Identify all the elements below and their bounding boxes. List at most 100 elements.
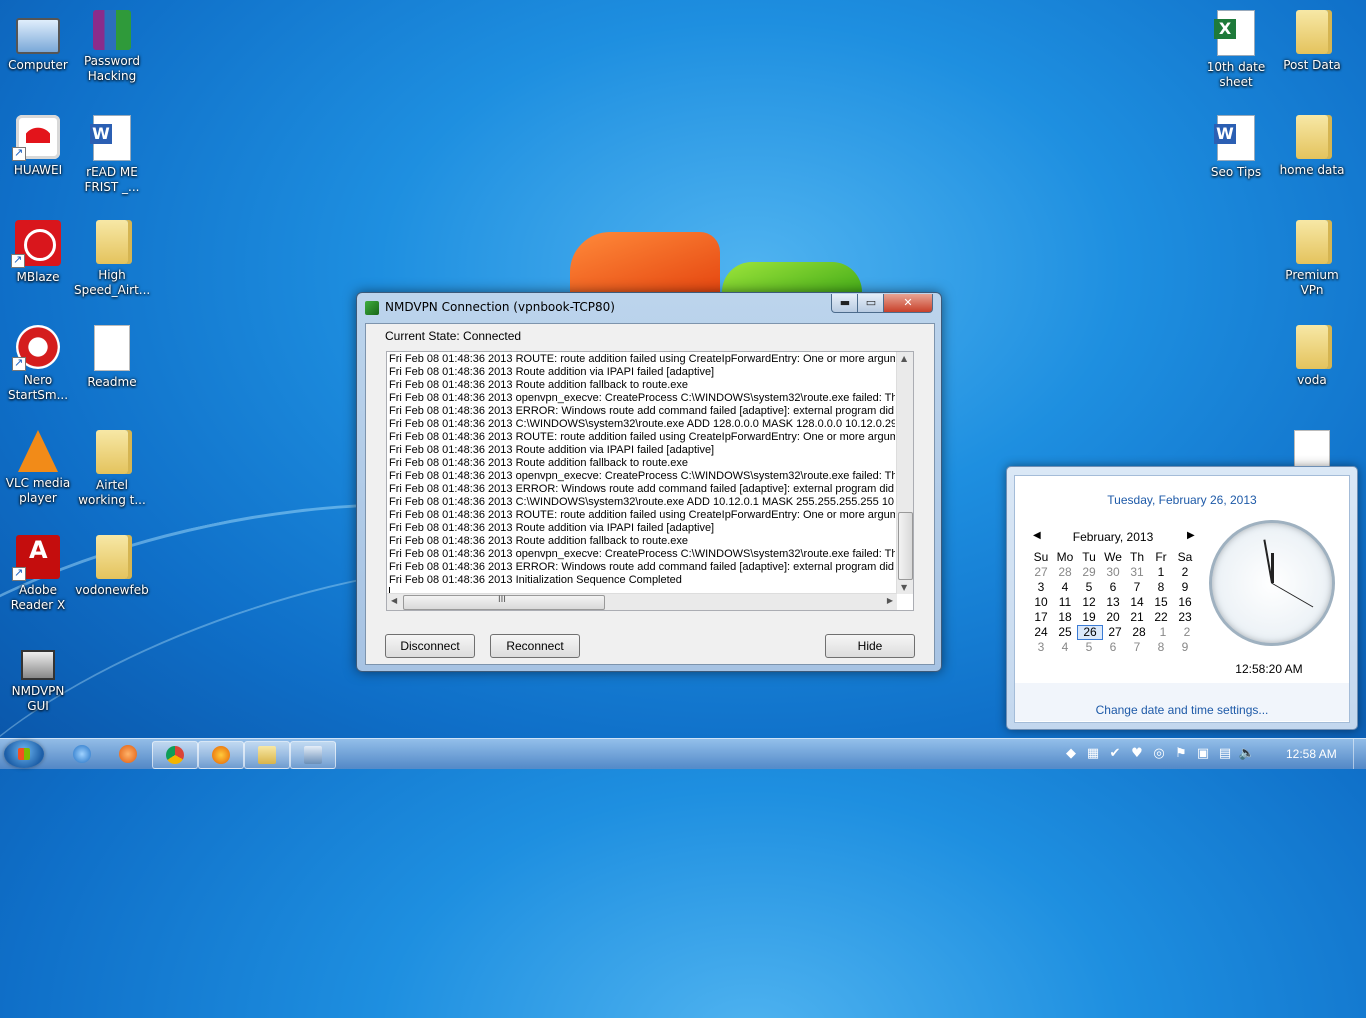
desktop-icon-voda[interactable]: voda xyxy=(1274,325,1350,388)
network-tray-icon[interactable]: ▦ xyxy=(1082,746,1104,761)
vpn-tray-icon[interactable]: ◆ xyxy=(1060,746,1082,761)
log-textarea[interactable]: Fri Feb 08 01:48:36 2013 ROUTE: route ad… xyxy=(386,351,914,611)
calendar-day[interactable]: 7 xyxy=(1125,640,1149,655)
calendar-day[interactable]: 28 xyxy=(1127,625,1151,640)
calendar-day[interactable]: 24 xyxy=(1029,625,1053,640)
calendar-day[interactable]: 23 xyxy=(1173,610,1197,625)
calendar-day[interactable]: 4 xyxy=(1053,580,1077,595)
device-icon[interactable]: ▣ xyxy=(1192,746,1214,761)
calendar-day[interactable]: 10 xyxy=(1029,595,1053,610)
desktop-icon-huawei[interactable]: HUAWEI xyxy=(0,115,76,178)
minimize-button[interactable]: ▬ xyxy=(831,294,859,313)
scroll-right-icon[interactable]: ▶ xyxy=(887,596,893,605)
calendar-day[interactable]: 11 xyxy=(1053,595,1077,610)
opera-tray-icon[interactable]: ◎ xyxy=(1148,746,1170,761)
calendar-day[interactable]: 5 xyxy=(1077,640,1101,655)
desktop-icon-computer[interactable]: Computer xyxy=(0,10,76,73)
taskbar-internet-explorer[interactable] xyxy=(60,741,104,767)
calendar-day[interactable]: 27 xyxy=(1103,625,1127,640)
calendar-day[interactable]: 1 xyxy=(1149,565,1173,580)
horizontal-scroll-thumb[interactable]: III xyxy=(403,595,605,610)
close-button[interactable]: ✕ xyxy=(883,294,933,313)
long-date-link[interactable]: Tuesday, February 26, 2013 xyxy=(1015,493,1349,507)
calendar-day[interactable]: 8 xyxy=(1149,580,1173,595)
prev-month-icon[interactable]: ◀ xyxy=(1033,530,1041,541)
calendar-day[interactable]: 6 xyxy=(1101,580,1125,595)
calendar-day[interactable]: 27 xyxy=(1029,565,1053,580)
calendar-day[interactable]: 5 xyxy=(1077,580,1101,595)
calendar-day[interactable]: 3 xyxy=(1029,580,1053,595)
calendar-day[interactable]: 9 xyxy=(1173,580,1197,595)
calendar-day[interactable]: 25 xyxy=(1053,625,1077,640)
calendar-day[interactable]: 30 xyxy=(1101,565,1125,580)
calendar-day[interactable]: 26 xyxy=(1077,625,1103,640)
scroll-left-icon[interactable]: ◀ xyxy=(391,596,397,605)
calendar-day[interactable]: 13 xyxy=(1101,595,1125,610)
calendar-day[interactable]: 6 xyxy=(1101,640,1125,655)
action-center-icon[interactable]: ⚑ xyxy=(1170,746,1192,761)
desktop-icon-password-hacking[interactable]: Password Hacking xyxy=(74,10,150,84)
desktop-icon-readme-first[interactable]: rEAD ME FRIST _... xyxy=(74,115,150,195)
vertical-scrollbar[interactable]: ▲ ▼ xyxy=(896,352,913,594)
desktop-icon-vodonewfeb[interactable]: vodonewfeb xyxy=(74,535,150,598)
calendar-day[interactable]: 14 xyxy=(1125,595,1149,610)
window-titlebar[interactable]: NMDVPN Connection (vpnbook-TCP80) ▬ ▭ ✕ xyxy=(357,293,941,321)
desktop-icon-adobe-reader[interactable]: Adobe Reader X xyxy=(0,535,76,613)
disconnect-button[interactable]: Disconnect xyxy=(385,634,475,658)
horizontal-scrollbar[interactable]: ◀ III ▶ xyxy=(387,593,897,610)
desktop-icon-nero[interactable]: Nero StartSm... xyxy=(0,325,76,403)
desktop-icon-seo-tips[interactable]: Seo Tips xyxy=(1198,115,1274,180)
calendar-day[interactable]: 12 xyxy=(1077,595,1101,610)
desktop-icon-home-data[interactable]: home data xyxy=(1274,115,1350,178)
calendar-day[interactable]: 28 xyxy=(1053,565,1077,580)
shield-tray-icon[interactable]: ✔ xyxy=(1104,746,1126,761)
calendar-day[interactable]: 1 xyxy=(1151,625,1175,640)
calendar-day[interactable]: 31 xyxy=(1125,565,1149,580)
change-date-time-link[interactable]: Change date and time settings... xyxy=(1015,703,1349,717)
vpn-connection-window[interactable]: NMDVPN Connection (vpnbook-TCP80) ▬ ▭ ✕ … xyxy=(356,292,942,672)
calendar-day[interactable]: 8 xyxy=(1149,640,1173,655)
calendar-day[interactable]: 21 xyxy=(1125,610,1149,625)
taskbar-nmdvpn[interactable] xyxy=(290,741,336,769)
network-icon[interactable]: ▤ xyxy=(1214,746,1236,761)
reconnect-button[interactable]: Reconnect xyxy=(490,634,580,658)
calendar-day[interactable]: 16 xyxy=(1173,595,1197,610)
calendar-day[interactable]: 2 xyxy=(1175,625,1199,640)
antivirus-tray-icon[interactable]: ♥ xyxy=(1126,746,1148,761)
hide-button[interactable]: Hide xyxy=(825,634,915,658)
calendar-day[interactable]: 9 xyxy=(1173,640,1197,655)
calendar-day[interactable]: 2 xyxy=(1173,565,1197,580)
calendar-day[interactable]: 19 xyxy=(1077,610,1101,625)
taskbar-firefox[interactable] xyxy=(198,741,244,769)
volume-icon[interactable]: 🔈 xyxy=(1236,746,1258,761)
calendar-day[interactable]: 17 xyxy=(1029,610,1053,625)
desktop-icon-readme[interactable]: Readme xyxy=(74,325,150,390)
desktop-icon-mblaze[interactable]: MBlaze xyxy=(0,220,76,285)
taskbar-chrome[interactable] xyxy=(152,741,198,769)
taskbar-explorer[interactable] xyxy=(244,741,290,769)
desktop-icon-10th-date-sheet[interactable]: 10th date sheet xyxy=(1198,10,1274,90)
vertical-scroll-thumb[interactable] xyxy=(898,512,913,580)
calendar-day[interactable]: 4 xyxy=(1053,640,1077,655)
calendar-day[interactable]: 18 xyxy=(1053,610,1077,625)
calendar-day[interactable]: 29 xyxy=(1077,565,1101,580)
show-desktop-button[interactable] xyxy=(1353,739,1366,769)
desktop-icon-nmdvpn-gui[interactable]: NMDVPN GUI xyxy=(0,640,76,714)
calendar-day[interactable]: 7 xyxy=(1125,580,1149,595)
calendar-month-title[interactable]: February, 2013 xyxy=(1043,530,1183,544)
maximize-button[interactable]: ▭ xyxy=(857,294,885,313)
desktop-icon-high-speed[interactable]: High Speed_Airt... xyxy=(74,220,150,298)
start-button[interactable] xyxy=(4,740,44,768)
next-month-icon[interactable]: ▶ xyxy=(1187,530,1195,541)
scroll-down-icon[interactable]: ▼ xyxy=(901,583,907,592)
desktop-icon-airtel-working[interactable]: Airtel working t... xyxy=(74,430,150,508)
calendar-day[interactable]: 20 xyxy=(1101,610,1125,625)
calendar-day[interactable]: 22 xyxy=(1149,610,1173,625)
calendar-day[interactable]: 3 xyxy=(1029,640,1053,655)
desktop-icon-post-data[interactable]: Post Data xyxy=(1274,10,1350,73)
taskbar-clock[interactable]: 12:58 AM xyxy=(1286,747,1337,761)
calendar-day[interactable]: 15 xyxy=(1149,595,1173,610)
scroll-up-icon[interactable]: ▲ xyxy=(901,354,907,363)
taskbar-avast[interactable] xyxy=(106,741,150,767)
desktop-icon-premium-vpn[interactable]: Premium VPn xyxy=(1274,220,1350,298)
